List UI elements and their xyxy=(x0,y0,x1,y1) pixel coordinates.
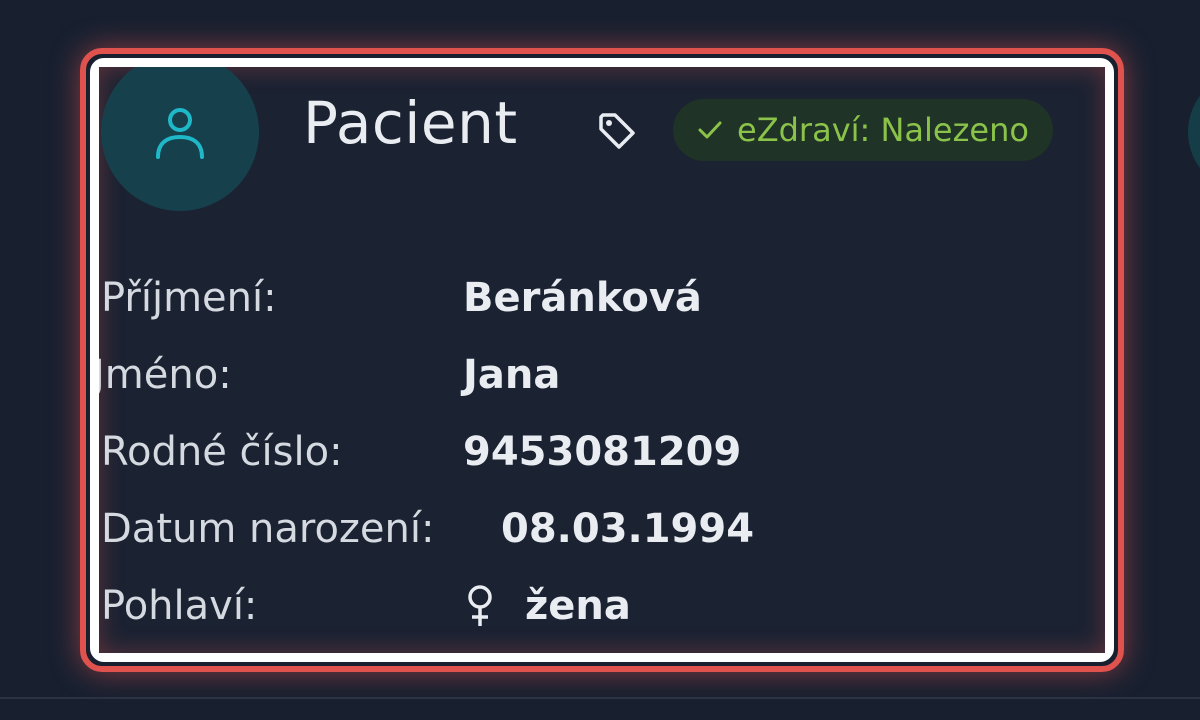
patient-avatar xyxy=(101,67,259,211)
divider xyxy=(0,697,1200,699)
check-icon xyxy=(698,121,722,139)
user-icon xyxy=(156,108,204,159)
sex-label: Pohlaví: xyxy=(101,583,258,629)
ezdravi-status-badge: eZdraví: Nalezeno xyxy=(673,99,1053,161)
surname-label: Příjmení: xyxy=(101,275,277,321)
female-icon xyxy=(468,585,492,626)
patient-card: Pacient eZdraví: Nalezeno Příjmení: Berá… xyxy=(99,67,1105,653)
page: Pacient eZdraví: Nalezeno Příjmení: Berá… xyxy=(0,0,1200,720)
tag-icon[interactable] xyxy=(597,111,637,151)
field-row-birth-date: Datum narození: 08.03.1994 xyxy=(101,506,1101,583)
next-panel-avatar xyxy=(1188,72,1200,192)
field-row-surname: Příjmení: Beránková xyxy=(101,275,1101,352)
birth-number-label: Rodné číslo: xyxy=(101,429,343,475)
patient-fields: Příjmení: Beránková Jméno: Jana Rodné čí… xyxy=(99,275,1101,653)
name-label: Jméno: xyxy=(99,352,232,398)
sex-value-group: žena xyxy=(463,583,631,629)
birth-number-value: 9453081209 xyxy=(463,429,742,475)
birth-date-value: 08.03.1994 xyxy=(501,506,755,552)
field-row-name: Jméno: Jana xyxy=(99,352,1101,429)
surname-value: Beránková xyxy=(463,275,702,321)
card-title: Pacient xyxy=(303,89,518,157)
sex-value: žena xyxy=(525,583,631,629)
field-row-sex: Pohlaví: žena xyxy=(101,583,1101,653)
birth-date-label: Datum narození: xyxy=(101,506,435,552)
status-badge-text: eZdraví: Nalezeno xyxy=(737,111,1029,149)
name-value: Jana xyxy=(463,352,561,398)
field-row-birth-number: Rodné číslo: 9453081209 xyxy=(101,429,1101,506)
